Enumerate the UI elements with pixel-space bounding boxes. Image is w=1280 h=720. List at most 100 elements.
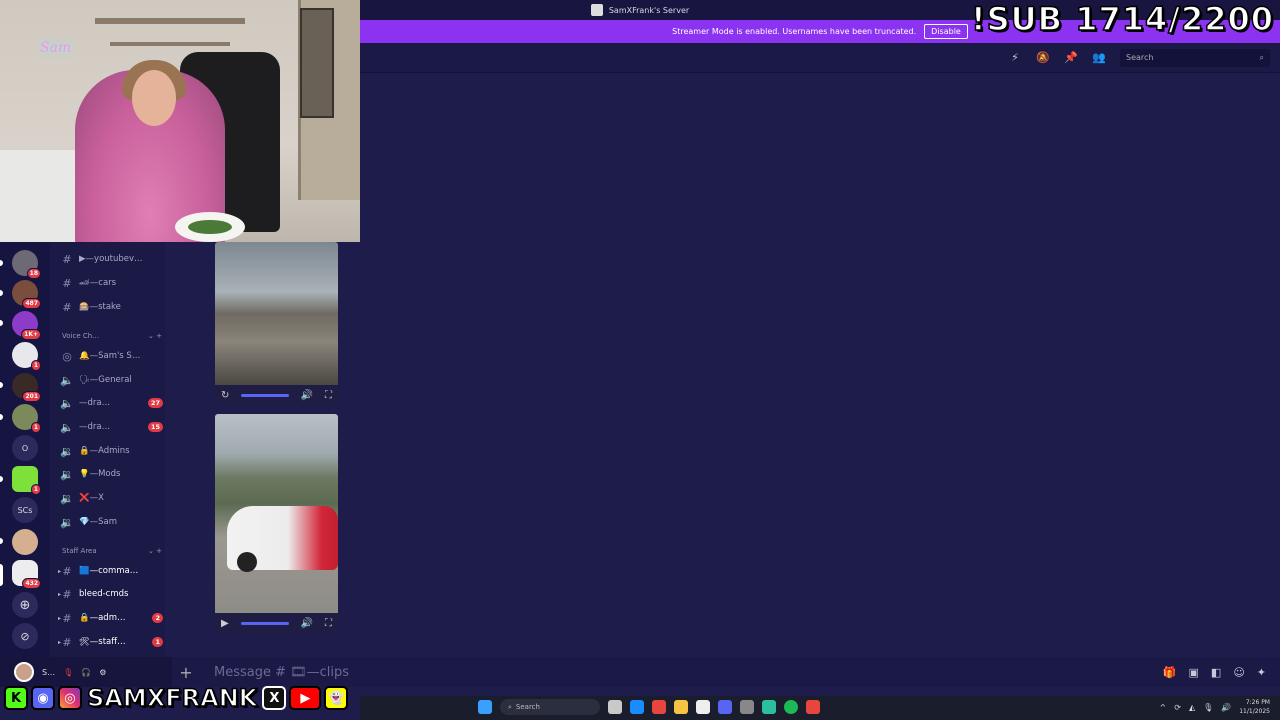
apps-icon[interactable]: ✦ xyxy=(1257,666,1266,679)
message-input[interactable]: Message # 🎞—clips xyxy=(214,665,1163,680)
fullscreen-icon[interactable]: ⛶ xyxy=(325,390,332,401)
members-icon[interactable]: 👥 xyxy=(1092,51,1106,65)
discord-taskbar-icon[interactable] xyxy=(718,700,732,714)
discord-icon: ◉ xyxy=(31,686,55,710)
social-overlay: K ◉ ◎ SAMXFRANK X ▶ 👻 xyxy=(4,683,349,713)
volume-icon[interactable]: 🔊 xyxy=(301,390,313,401)
server-icon[interactable]: O xyxy=(12,435,38,461)
mic-muted-icon[interactable]: 🎙 xyxy=(63,668,73,677)
streamer-face xyxy=(132,70,176,126)
threads-icon[interactable]: ⚡ xyxy=(1008,51,1022,65)
avatar[interactable] xyxy=(14,662,34,682)
clock[interactable]: 7:26 PM 11/1/2025 xyxy=(1239,698,1270,716)
settings-gear-icon[interactable]: ⚙ xyxy=(99,668,106,677)
unread-pill xyxy=(0,260,3,266)
play-icon[interactable]: ▶ xyxy=(221,618,229,629)
app-icon[interactable] xyxy=(762,700,776,714)
disable-button[interactable]: Disable xyxy=(924,24,968,39)
progress-bar[interactable] xyxy=(241,393,290,397)
clock-date: 11/1/2025 xyxy=(1239,708,1270,715)
server-badge: 18 xyxy=(26,268,41,279)
file-explorer-icon[interactable] xyxy=(674,700,688,714)
webcam-feed: Sam xyxy=(0,0,360,242)
category-voice[interactable]: Voice Ch… ⌄ + xyxy=(62,329,162,343)
voice-channel-item[interactable]: ◎ 🔔—Sam's S… xyxy=(58,346,163,366)
search-icon: ⌕ xyxy=(1259,52,1264,62)
store-icon[interactable] xyxy=(696,700,710,714)
unread-pill xyxy=(0,538,3,544)
shelf xyxy=(95,18,245,24)
spotify-icon[interactable] xyxy=(784,700,798,714)
headphones-icon[interactable]: 🎧 xyxy=(81,668,91,677)
taskbar-search[interactable]: ⌕ Search xyxy=(500,699,600,715)
mic-icon[interactable]: 🎙 xyxy=(1203,703,1213,712)
window-title: SamXFrank's Server xyxy=(608,5,690,15)
chevron-up-icon[interactable]: ^ xyxy=(1160,703,1167,712)
video-frame-runway xyxy=(215,242,338,385)
channel-item[interactable]: # 🏎—cars xyxy=(58,273,163,293)
sync-icon[interactable]: ⟳ xyxy=(1174,703,1181,712)
server-icon[interactable]: SCs xyxy=(12,497,38,523)
voice-channel-item[interactable]: 🔉 💎—Sam xyxy=(58,512,163,532)
category-staff[interactable]: Staff Area ⌄ + xyxy=(62,544,162,558)
voice-channel-item[interactable]: 🔉 🔒—Admins xyxy=(58,441,163,461)
video-attachment[interactable]: ▶ 🔊 ⛶ xyxy=(215,414,338,633)
fullscreen-icon[interactable]: ⛶ xyxy=(325,618,332,629)
channel-item[interactable]: ▸ # 🟦—comma… xyxy=(58,561,163,581)
voice-channel-item[interactable]: 🔈 —dra… 15 xyxy=(58,417,163,437)
volume-icon[interactable]: 🔊 xyxy=(1221,703,1231,712)
server-badge: 1 xyxy=(30,422,41,433)
gif-icon[interactable]: ▣ xyxy=(1189,666,1199,679)
server-icon[interactable]: 1K+ xyxy=(12,311,41,340)
video-controls: ↻ 🔊 ⛶ xyxy=(215,385,338,405)
windows-start-icon[interactable] xyxy=(478,700,492,714)
shelf xyxy=(110,42,230,46)
add-channel-icon[interactable]: ⌄ + xyxy=(148,547,162,555)
channel-item[interactable]: # 🎰—stake xyxy=(58,297,163,317)
network-icon[interactable]: ◭ xyxy=(1189,703,1195,712)
attach-plus-icon[interactable]: + xyxy=(172,663,200,682)
channel-item[interactable]: ▸ # bleed-cmds xyxy=(58,584,163,604)
settings-icon[interactable] xyxy=(740,700,754,714)
channel-item[interactable]: # ▶—youtubev… xyxy=(58,249,163,269)
sticker-icon[interactable]: ◧ xyxy=(1211,666,1221,679)
search-icon: ⌕ xyxy=(508,702,512,711)
server-icon xyxy=(590,4,603,16)
discover-icon[interactable]: ⊘ xyxy=(12,623,38,649)
server-icon[interactable]: 432 xyxy=(12,560,41,589)
channel-item[interactable]: ▸ # 🛠—staff… 1 xyxy=(58,632,163,652)
mute-notifications-icon[interactable]: 🔕 xyxy=(1036,51,1050,65)
video-attachment[interactable]: ↻ 🔊 ⛶ xyxy=(215,242,338,405)
channel-item[interactable]: ▸ # 🔒—adm… 2 xyxy=(58,608,163,628)
mention-badge: 1 xyxy=(152,637,163,647)
volume-icon[interactable]: 🔊 xyxy=(301,618,313,629)
server-icon[interactable]: 487 xyxy=(12,280,41,309)
server-icon[interactable]: 1 xyxy=(12,466,41,495)
replay-icon[interactable]: ↻ xyxy=(221,390,229,401)
windows-taskbar: ⌕ Search ^ ⟳ ◭ 🎙 🔊 7:26 PM 11/1/2025 xyxy=(360,696,1280,720)
add-channel-icon[interactable]: ⌄ + xyxy=(148,332,162,340)
voice-channel-item[interactable]: 🔉 ❌—X xyxy=(58,488,163,508)
gift-icon[interactable]: 🎁 xyxy=(1163,666,1177,679)
emoji-icon[interactable]: ☺ xyxy=(1233,666,1244,679)
server-icon[interactable]: 201 xyxy=(12,373,41,402)
search-placeholder: Search xyxy=(1126,53,1154,62)
progress-bar[interactable] xyxy=(240,621,289,625)
server-icon[interactable] xyxy=(12,529,38,555)
chrome-icon[interactable] xyxy=(652,700,666,714)
server-badge: 487 xyxy=(22,298,41,309)
edge-icon[interactable] xyxy=(630,700,644,714)
voice-channel-item[interactable]: 🔈 🗣—General xyxy=(58,370,163,390)
task-view-icon[interactable] xyxy=(608,700,622,714)
voice-channel-item[interactable]: 🔈 —dra… 27 xyxy=(58,393,163,413)
server-icon[interactable]: 18 xyxy=(12,250,41,279)
server-icon[interactable]: 1 xyxy=(12,342,41,371)
search-input[interactable]: Search ⌕ xyxy=(1120,48,1270,67)
voice-channel-item[interactable]: 🔉 💡—Mods xyxy=(58,464,163,484)
server-icon[interactable]: 1 xyxy=(12,404,41,433)
add-server-icon[interactable]: ⊕ xyxy=(12,592,38,618)
locked-voice-icon: 🔉 xyxy=(60,491,74,505)
chrome-icon[interactable] xyxy=(806,700,820,714)
pinned-icon[interactable]: 📌 xyxy=(1064,51,1078,65)
server-badge: 1K+ xyxy=(21,329,41,340)
